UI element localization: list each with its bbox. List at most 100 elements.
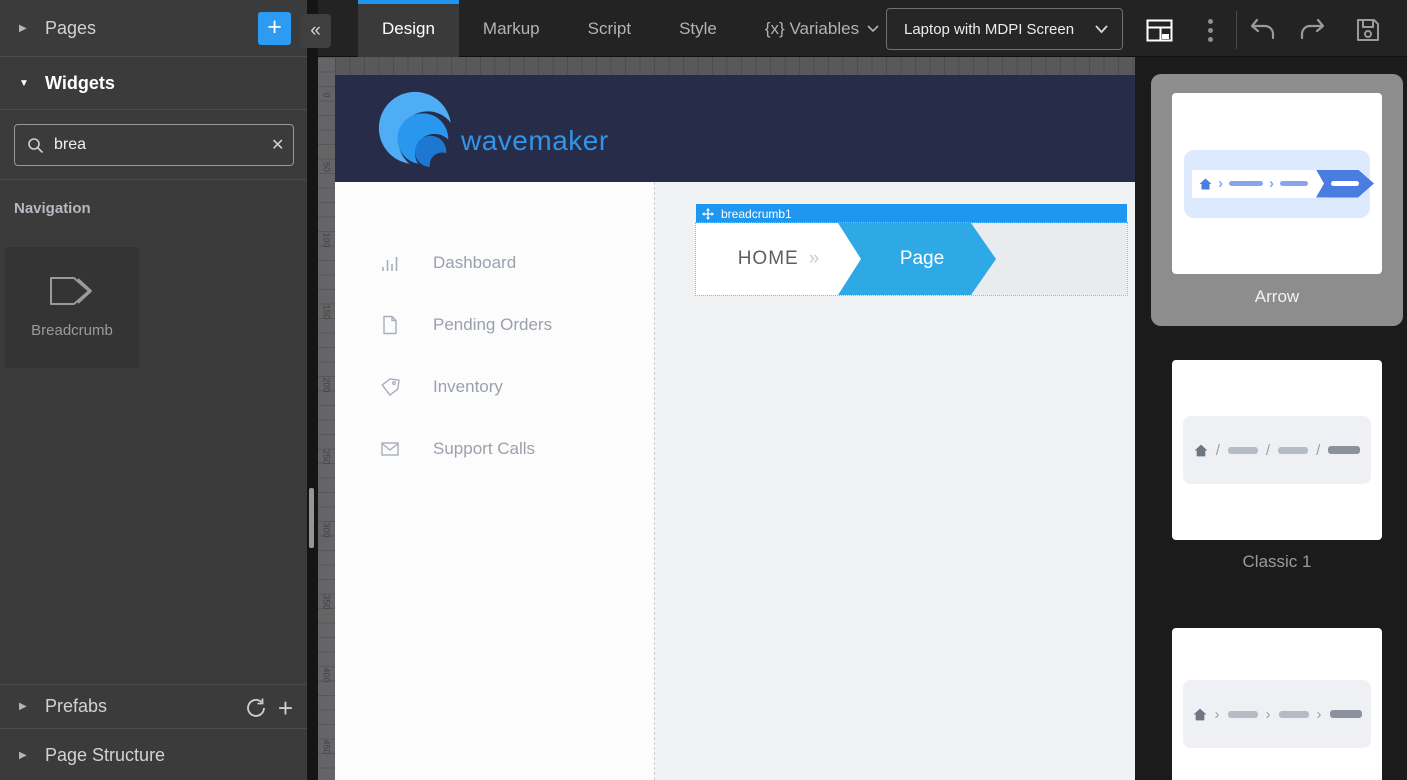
breadcrumb-widget-body[interactable]: HOME » Page [696, 223, 1127, 295]
widgets-section-label: Widgets [45, 73, 115, 94]
breadcrumb-active-placeholder [1330, 710, 1362, 718]
ruler-number: 400 [322, 667, 332, 684]
tab-design-label: Design [382, 19, 435, 39]
breadcrumb-active-label: Page [890, 248, 944, 270]
pages-section-label: Pages [45, 18, 96, 39]
sidebar-section-widgets[interactable]: ▼ Widgets [0, 57, 307, 110]
nav-item-label: Pending Orders [433, 315, 552, 335]
layout-panel-icon[interactable] [1142, 14, 1176, 46]
collapse-sidebar-button[interactable]: « [300, 14, 331, 48]
chevron-separator: › [1215, 706, 1220, 723]
tab-variables-label: {x} Variables [765, 19, 859, 39]
move-icon[interactable] [702, 208, 714, 220]
tab-script[interactable]: Script [564, 0, 655, 57]
ruler-number: 0 [322, 87, 332, 104]
breadcrumb-segment-placeholder [1280, 181, 1308, 186]
document-icon [379, 314, 401, 336]
double-chevron-icon: » [809, 248, 820, 270]
sidebar-section-pages[interactable]: ▶ Pages + [0, 0, 307, 57]
collapsed-arrow-icon: ▶ [19, 750, 45, 761]
undo-icon[interactable] [1246, 14, 1280, 46]
prefabs-section-label: Prefabs [45, 696, 107, 717]
search-icon [27, 137, 44, 154]
chevron-down-icon [867, 25, 879, 33]
nav-item-pending-orders[interactable]: Pending Orders [335, 294, 654, 356]
home-icon [1194, 444, 1208, 457]
tab-markup[interactable]: Markup [459, 0, 564, 57]
breadcrumb-segment-placeholder [1228, 711, 1258, 718]
tab-design[interactable]: Design [358, 0, 459, 57]
toolbar-divider [1236, 11, 1237, 49]
app-header: wavemaker [335, 75, 1135, 182]
ruler-number: 150 [322, 304, 332, 321]
home-icon [1199, 178, 1212, 190]
widget-tile-label: Breadcrumb [31, 322, 113, 339]
sidebar-gap [307, 0, 318, 780]
device-selector[interactable]: Laptop with MDPI Screen [886, 8, 1123, 50]
horizontal-ruler [335, 57, 1135, 75]
widget-selection-label[interactable]: breadcrumb1 [696, 204, 1127, 223]
home-icon [1193, 708, 1207, 721]
app-left-nav: Dashboard Pending Orders [335, 182, 655, 780]
collapsed-arrow-icon: ▶ [19, 23, 45, 34]
breadcrumb-widget-icon [49, 276, 95, 306]
tab-style-label: Style [679, 19, 717, 39]
nav-item-label: Inventory [433, 377, 503, 397]
expanded-arrow-icon: ▼ [19, 78, 45, 89]
add-page-button[interactable]: + [258, 12, 291, 45]
style-option-classic1[interactable]: / / / [1172, 360, 1382, 540]
tab-style[interactable]: Style [655, 0, 741, 57]
clear-search-icon[interactable]: ✕ [271, 135, 284, 155]
tab-variables[interactable]: {x} Variables [741, 0, 903, 57]
style-option-label: Classic 1 [1172, 552, 1382, 572]
slash-separator: / [1316, 442, 1320, 459]
sidebar-section-page-structure[interactable]: ▶ Page Structure [0, 730, 307, 780]
ruler-number: 250 [322, 449, 332, 466]
tab-markup-label: Markup [483, 19, 540, 39]
refresh-prefabs-icon[interactable] [244, 696, 268, 720]
breadcrumb-item-home[interactable]: HOME » [696, 223, 861, 295]
widget-search-input[interactable] [54, 136, 261, 154]
ruler-number: 450 [322, 739, 332, 756]
nav-item-support-calls[interactable]: Support Calls [335, 418, 654, 480]
slash-separator: / [1266, 442, 1270, 459]
style-option-label: Arrow [1151, 287, 1403, 307]
wavemaker-studio: Design Markup Script Style {x} Variables… [0, 0, 1407, 780]
ruler-number: 100 [322, 232, 332, 249]
ruler-number: 350 [322, 594, 332, 611]
breadcrumb-segment-placeholder [1229, 181, 1263, 186]
nav-item-dashboard[interactable]: Dashboard [335, 232, 654, 294]
sidebar-section-prefabs[interactable]: ▶ Prefabs + [0, 684, 307, 729]
add-prefab-icon[interactable]: + [278, 696, 293, 720]
breadcrumb-home-label: HOME [738, 248, 799, 270]
nav-item-label: Dashboard [433, 253, 516, 273]
style-option-classic2[interactable]: › › › [1172, 628, 1382, 780]
vertical-ruler: 0 50 100 150 200 250 300 350 400 450 [318, 57, 335, 780]
chevron-down-icon [1095, 25, 1108, 34]
wavemaker-logo-icon [373, 87, 457, 171]
save-icon[interactable] [1351, 14, 1385, 46]
breadcrumb-segment-placeholder [1279, 711, 1309, 718]
page-structure-section-label: Page Structure [45, 745, 165, 766]
redo-icon[interactable] [1295, 14, 1329, 46]
breadcrumb-widget[interactable]: breadcrumb1 HOME » Page [696, 204, 1127, 295]
widget-tile-breadcrumb[interactable]: Breadcrumb [5, 247, 139, 368]
top-toolbar: Design Markup Script Style {x} Variables… [318, 0, 1407, 57]
collapsed-arrow-icon: ▶ [19, 701, 45, 712]
nav-item-label: Support Calls [433, 439, 535, 459]
classic1-style-preview: / / / [1183, 416, 1371, 484]
chevron-right-icon: › [1269, 175, 1274, 192]
breadcrumb-segment-placeholder [1228, 447, 1258, 454]
style-option-arrow-selected[interactable]: › › Arrow [1151, 74, 1403, 326]
classic2-style-preview: › › › [1183, 680, 1371, 748]
widget-search-box: ✕ [14, 124, 294, 166]
ruler-number: 50 [322, 159, 332, 176]
nav-item-inventory[interactable]: Inventory [335, 356, 654, 418]
widget-search-area: ✕ [0, 110, 307, 180]
more-options-kebab-icon[interactable] [1193, 14, 1227, 46]
sidebar-scrollbar[interactable] [309, 488, 314, 548]
breadcrumb-item-page-active[interactable]: Page [838, 223, 996, 295]
app-logo: wavemaker [373, 87, 609, 171]
chevron-right-icon: › [1218, 175, 1223, 192]
device-selector-value: Laptop with MDPI Screen [904, 21, 1095, 38]
